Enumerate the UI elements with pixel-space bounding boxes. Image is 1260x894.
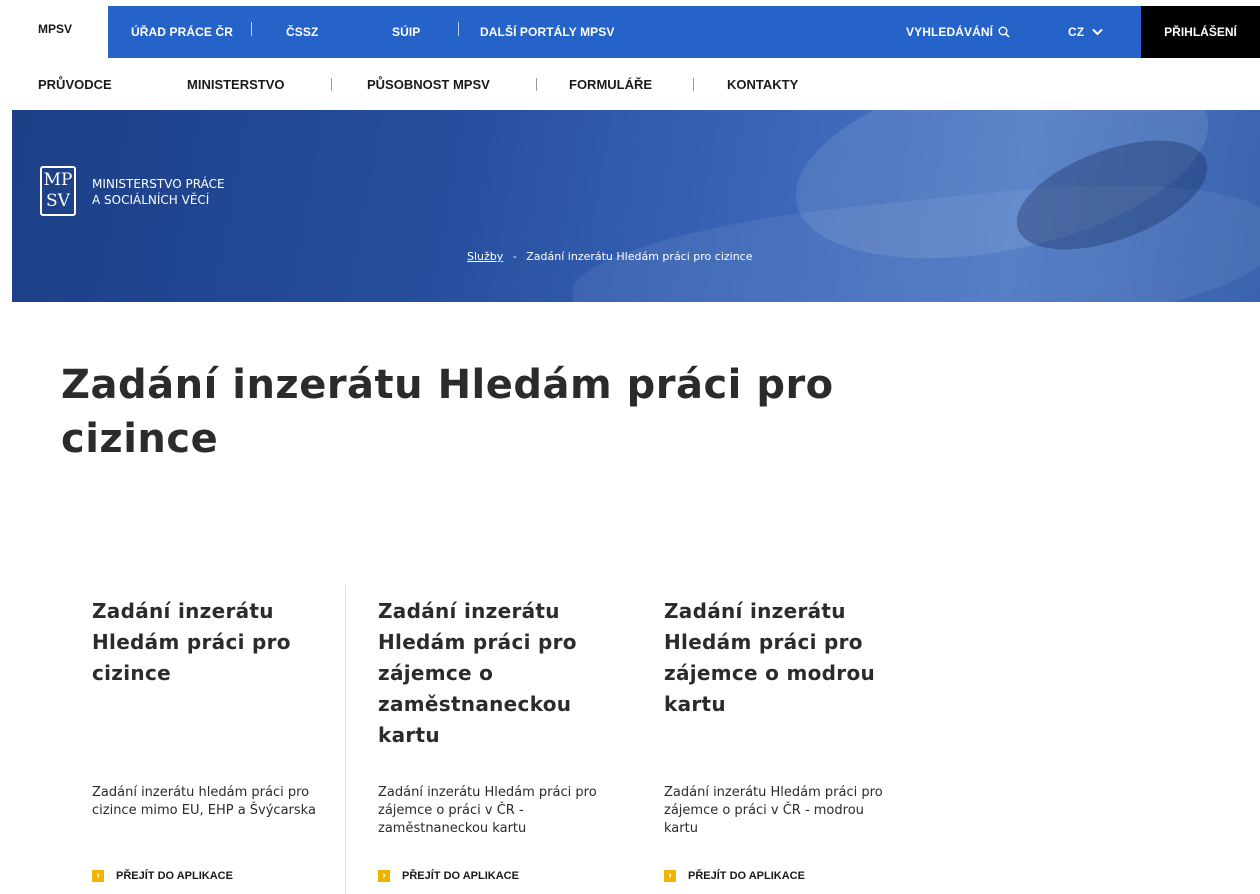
nav-item-pusobnost[interactable]: PŮSOBNOST MPSV	[367, 58, 490, 110]
cta-label: PŘEJÍT DO APLIKACE	[402, 870, 519, 882]
go-to-app-link[interactable]: › PŘEJÍT DO APLIKACE	[92, 870, 233, 882]
service-card: Zadání inzerátu Hledám práci pro zájemce…	[664, 596, 894, 882]
breadcrumb: Služby - Zadání inzerátu Hledám práci pr…	[467, 250, 753, 263]
card-title: Zadání inzerátu Hledám práci pro zájemce…	[664, 599, 876, 716]
arrow-right-icon: ›	[378, 870, 390, 882]
hero-banner: MP SV MINISTERSTVO PRÁCE A SOCIÁLNÍCH VĚ…	[12, 110, 1260, 302]
org-name-line: A SOCIÁLNÍCH VĚCÍ	[92, 193, 210, 207]
cta-label: PŘEJÍT DO APLIKACE	[688, 870, 805, 882]
separator	[536, 78, 537, 91]
link-urad-prace[interactable]: ÚŘAD PRÁCE ČR	[131, 6, 233, 58]
link-suip[interactable]: SÚIP	[392, 6, 420, 58]
divider	[345, 585, 346, 894]
top-bar: MPSV ÚŘAD PRÁCE ČR ČSSZ SÚIP DALŠÍ PORTÁ…	[0, 0, 1260, 58]
separator	[458, 22, 459, 36]
card-title: Zadání inzerátu Hledám práci pro zájemce…	[378, 599, 577, 747]
nav-item-formulare[interactable]: FORMULÁŘE	[569, 58, 652, 110]
language-select[interactable]: CZ	[1068, 6, 1103, 58]
nav-item-kontakty[interactable]: KONTAKTY	[727, 58, 798, 110]
breadcrumb-separator: -	[512, 250, 517, 263]
breadcrumb-link-sluzby[interactable]: Služby	[467, 250, 503, 263]
arrow-right-icon: ›	[92, 870, 104, 882]
service-card: Zadání inzerátu Hledám práci pro zájemce…	[378, 596, 608, 882]
main-nav: PRŮVODCE MINISTERSTVO PŮSOBNOST MPSV FOR…	[0, 58, 1260, 110]
go-to-app-link[interactable]: › PŘEJÍT DO APLIKACE	[378, 870, 519, 882]
mpsv-logo[interactable]: MP SV	[40, 166, 76, 216]
separator	[251, 22, 252, 36]
card-title: Zadání inzerátu Hledám práci pro cizince	[92, 599, 291, 685]
service-card: Zadání inzerátu Hledám práci pro cizince…	[92, 596, 322, 882]
tab-mpsv[interactable]: MPSV	[12, 0, 108, 58]
card-description: Zadání inzerátu Hledám práci pro zájemce…	[664, 785, 883, 836]
search-label: VYHLEDÁVÁNÍ	[906, 25, 994, 39]
nav-item-ministerstvo[interactable]: MINISTERSTVO	[187, 58, 285, 110]
logo-line: MP	[43, 170, 73, 190]
nav-item-pruvodce[interactable]: PRŮVODCE	[38, 58, 112, 110]
chevron-down-icon	[1092, 28, 1103, 36]
language-label: CZ	[1068, 25, 1085, 39]
cta-label: PŘEJÍT DO APLIKACE	[116, 870, 233, 882]
separator	[693, 78, 694, 91]
link-dalsi-portaly[interactable]: DALŠÍ PORTÁLY MPSV	[480, 6, 615, 58]
search-icon	[998, 26, 1010, 38]
card-description: Zadání inzerátu Hledám práci pro zájemce…	[378, 785, 597, 836]
separator	[331, 78, 332, 91]
login-button[interactable]: PŘIHLÁŠENÍ	[1141, 6, 1260, 58]
link-cssz[interactable]: ČSSZ	[286, 6, 318, 58]
org-name-line: MINISTERSTVO PRÁCE	[92, 177, 225, 191]
go-to-app-link[interactable]: › PŘEJÍT DO APLIKACE	[664, 870, 805, 882]
page-title: Zadání inzerátu Hledám práci pro cizince	[61, 362, 834, 462]
search-button[interactable]: VYHLEDÁVÁNÍ	[906, 6, 1010, 58]
breadcrumb-current: Zadání inzerátu Hledám práci pro cizince	[526, 250, 753, 263]
organization-name: MINISTERSTVO PRÁCE A SOCIÁLNÍCH VĚCÍ	[92, 176, 225, 208]
arrow-right-icon: ›	[664, 870, 676, 882]
card-description: Zadání inzerátu hledám práci pro cizince…	[92, 785, 316, 818]
tab-mpsv-label: MPSV	[38, 22, 73, 36]
logo-line: SV	[46, 191, 70, 211]
